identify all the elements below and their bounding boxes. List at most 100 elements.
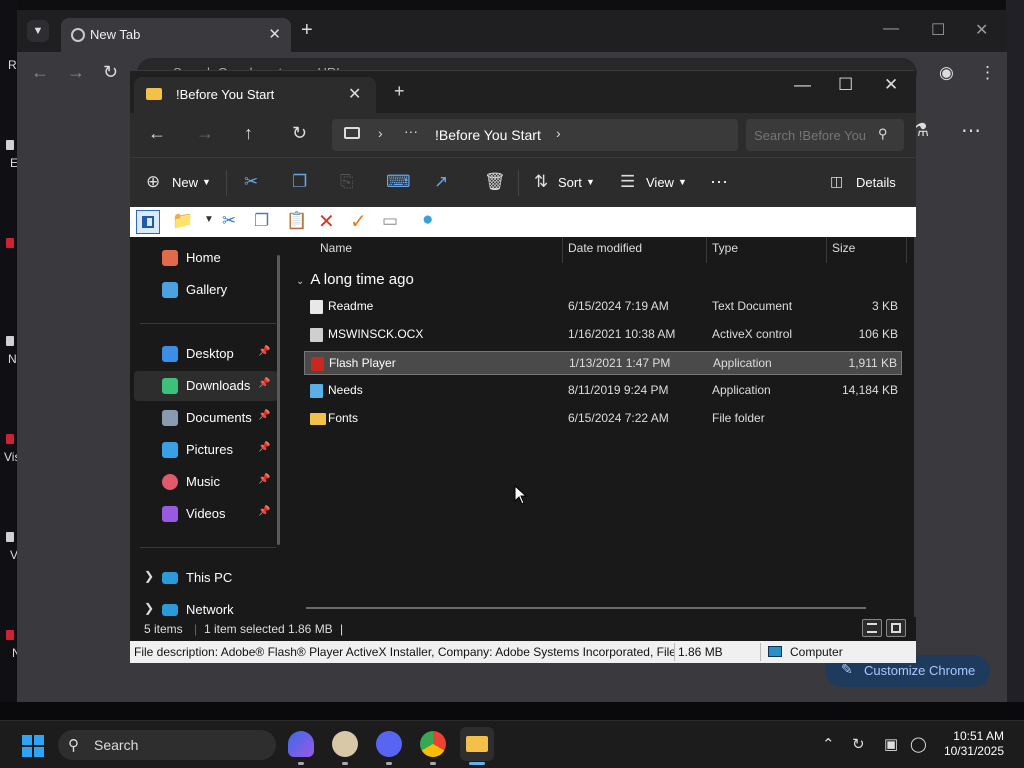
column-divider[interactable] bbox=[906, 237, 907, 263]
search-input[interactable] bbox=[752, 124, 872, 146]
rename-icon[interactable]: ⌨ bbox=[386, 172, 411, 192]
chevron-down-icon[interactable]: ▼ bbox=[202, 177, 211, 187]
address-bar[interactable]: › ··· !Before You Start › bbox=[332, 119, 738, 151]
nav-item-home[interactable]: Home bbox=[134, 243, 278, 273]
new-tab-button[interactable]: + bbox=[301, 19, 313, 42]
delete-x-icon[interactable]: ✕ bbox=[318, 209, 335, 233]
chrome-app-icon[interactable] bbox=[420, 731, 446, 757]
table-row[interactable]: Readme 6/15/2024 7:19 AM Text Document 3… bbox=[304, 295, 902, 319]
paint-app-icon[interactable] bbox=[332, 731, 358, 757]
start-button[interactable] bbox=[22, 735, 44, 757]
details-pane-icon[interactable]: ◫ bbox=[830, 173, 843, 190]
column-divider[interactable] bbox=[826, 237, 827, 263]
profile-icon[interactable]: ◉ bbox=[939, 63, 954, 83]
column-header-name[interactable]: Name bbox=[320, 241, 352, 255]
tiles-view-icon[interactable] bbox=[886, 619, 906, 637]
expand-chevron-icon[interactable]: ❯ bbox=[144, 569, 154, 583]
forward-icon[interactable]: → bbox=[196, 123, 214, 144]
navigation-pane-icon[interactable] bbox=[136, 210, 160, 234]
pin-icon[interactable]: 📌 bbox=[258, 506, 270, 517]
properties-icon[interactable]: ▭ bbox=[382, 211, 398, 233]
close-tab-icon[interactable]: ✕ bbox=[348, 84, 361, 104]
chevron-down-icon[interactable]: ▼ bbox=[678, 177, 687, 187]
chrome-menu-icon[interactable]: ⋮ bbox=[979, 63, 996, 83]
nav-item-gallery[interactable]: Gallery bbox=[134, 275, 278, 305]
chevron-right-icon[interactable]: › bbox=[378, 125, 383, 141]
reload-icon[interactable]: ↻ bbox=[103, 62, 118, 83]
nav-item-this-pc[interactable]: ❯ This PC bbox=[134, 563, 278, 593]
collapse-chevron-icon[interactable]: ⌄ bbox=[296, 276, 304, 287]
close-window-button[interactable]: ✕ bbox=[884, 75, 898, 95]
nav-item-desktop[interactable]: Desktop 📌 bbox=[134, 339, 278, 369]
view-icon[interactable]: ☰ bbox=[620, 172, 635, 192]
chevron-right-icon[interactable]: › bbox=[556, 125, 561, 141]
details-view-icon[interactable] bbox=[862, 619, 882, 637]
pin-icon[interactable]: 📌 bbox=[258, 378, 270, 389]
nav-item-music[interactable]: Music 📌 bbox=[134, 467, 278, 497]
paste-icon[interactable]: 📋 bbox=[286, 211, 307, 233]
copilot-app-icon[interactable] bbox=[288, 731, 314, 757]
search-box[interactable]: ⚲ bbox=[746, 119, 904, 151]
minimize-button[interactable]: — bbox=[883, 20, 899, 38]
plus-circle-icon[interactable]: ⊕ bbox=[146, 172, 160, 192]
delete-icon[interactable]: 🗑 bbox=[484, 172, 506, 192]
google-apps-icon[interactable]: ⋯ bbox=[961, 118, 981, 143]
table-row[interactable]: Fonts 6/15/2024 7:22 AM File folder bbox=[304, 407, 902, 431]
column-header-size[interactable]: Size bbox=[832, 241, 855, 255]
forward-icon[interactable]: → bbox=[67, 62, 85, 83]
horizontal-scrollbar[interactable] bbox=[306, 607, 866, 609]
chevron-down-icon[interactable]: ▼ bbox=[586, 177, 595, 187]
taskbar-search[interactable]: ⚲ Search bbox=[58, 730, 276, 760]
close-tab-icon[interactable]: ✕ bbox=[268, 25, 281, 43]
pin-icon[interactable]: 📌 bbox=[258, 474, 270, 485]
table-row[interactable]: MSWINSCK.OCX 1/16/2021 10:38 AM ActiveX … bbox=[304, 323, 902, 347]
nav-item-network[interactable]: ❯ Network bbox=[134, 595, 278, 617]
checkmark-icon[interactable]: ✓ bbox=[350, 209, 367, 233]
chevron-down-icon[interactable]: ▼ bbox=[204, 214, 214, 236]
volume-muted-icon[interactable]: ◯ bbox=[910, 735, 927, 753]
column-divider[interactable] bbox=[706, 237, 707, 263]
show-hidden-icons-icon[interactable]: ⌃ bbox=[822, 735, 835, 753]
system-clock[interactable]: 10:51 AM 10/31/2025 bbox=[944, 729, 1004, 759]
view-button[interactable]: View bbox=[646, 175, 674, 190]
cut-icon[interactable]: ✂ bbox=[244, 172, 258, 192]
select-folder-icon[interactable]: 📁 bbox=[172, 211, 193, 233]
column-header-date[interactable]: Date modified bbox=[568, 241, 642, 255]
back-icon[interactable]: ← bbox=[148, 123, 166, 144]
column-divider[interactable] bbox=[562, 237, 563, 263]
maximize-button[interactable]: ☐ bbox=[931, 20, 945, 40]
new-button[interactable]: New bbox=[172, 175, 198, 190]
more-locations-icon[interactable]: ··· bbox=[404, 123, 418, 139]
group-header[interactable]: ⌄ A long time ago bbox=[296, 271, 414, 288]
refresh-icon[interactable]: ↻ bbox=[292, 123, 307, 144]
sort-icon[interactable]: ⇅ bbox=[534, 172, 548, 192]
nav-item-downloads[interactable]: Downloads 📌 bbox=[134, 371, 278, 401]
explorer-tab[interactable]: !Before You Start ✕ bbox=[134, 77, 376, 113]
minimize-button[interactable]: — bbox=[794, 75, 811, 95]
more-options-icon[interactable]: ··· bbox=[710, 171, 728, 192]
nav-item-pictures[interactable]: Pictures 📌 bbox=[134, 435, 278, 465]
tab-search-chevron-icon[interactable]: ▼ bbox=[27, 20, 49, 42]
display-icon[interactable]: ▣ bbox=[884, 735, 898, 753]
chrome-tab[interactable]: New Tab ✕ bbox=[61, 18, 291, 52]
details-button[interactable]: Details bbox=[856, 175, 896, 190]
table-row-selected[interactable]: Flash Player 1/13/2021 1:47 PM Applicati… bbox=[304, 351, 902, 375]
up-icon[interactable]: ↑ bbox=[244, 123, 253, 144]
close-window-button[interactable]: ✕ bbox=[975, 20, 988, 40]
expand-chevron-icon[interactable]: ❯ bbox=[144, 601, 154, 615]
file-explorer-app-icon[interactable] bbox=[460, 727, 494, 761]
new-tab-button[interactable]: + bbox=[394, 81, 405, 102]
sort-button[interactable]: Sort bbox=[558, 175, 582, 190]
table-row[interactable]: Needs 8/11/2019 9:24 PM Application 14,1… bbox=[304, 379, 902, 403]
pin-icon[interactable]: 📌 bbox=[258, 442, 270, 453]
pin-icon[interactable]: 📌 bbox=[258, 410, 270, 421]
copy-icon[interactable]: ❐ bbox=[292, 172, 307, 192]
column-header-type[interactable]: Type bbox=[712, 241, 738, 255]
pin-icon[interactable]: 📌 bbox=[258, 346, 270, 357]
globe-icon[interactable]: ● bbox=[422, 209, 433, 231]
cut-icon[interactable]: ✂ bbox=[222, 211, 236, 233]
discord-app-icon[interactable] bbox=[376, 731, 402, 757]
maximize-button[interactable]: ☐ bbox=[838, 75, 853, 95]
sync-icon[interactable]: ↻ bbox=[852, 735, 865, 753]
breadcrumb[interactable]: !Before You Start bbox=[435, 127, 541, 143]
